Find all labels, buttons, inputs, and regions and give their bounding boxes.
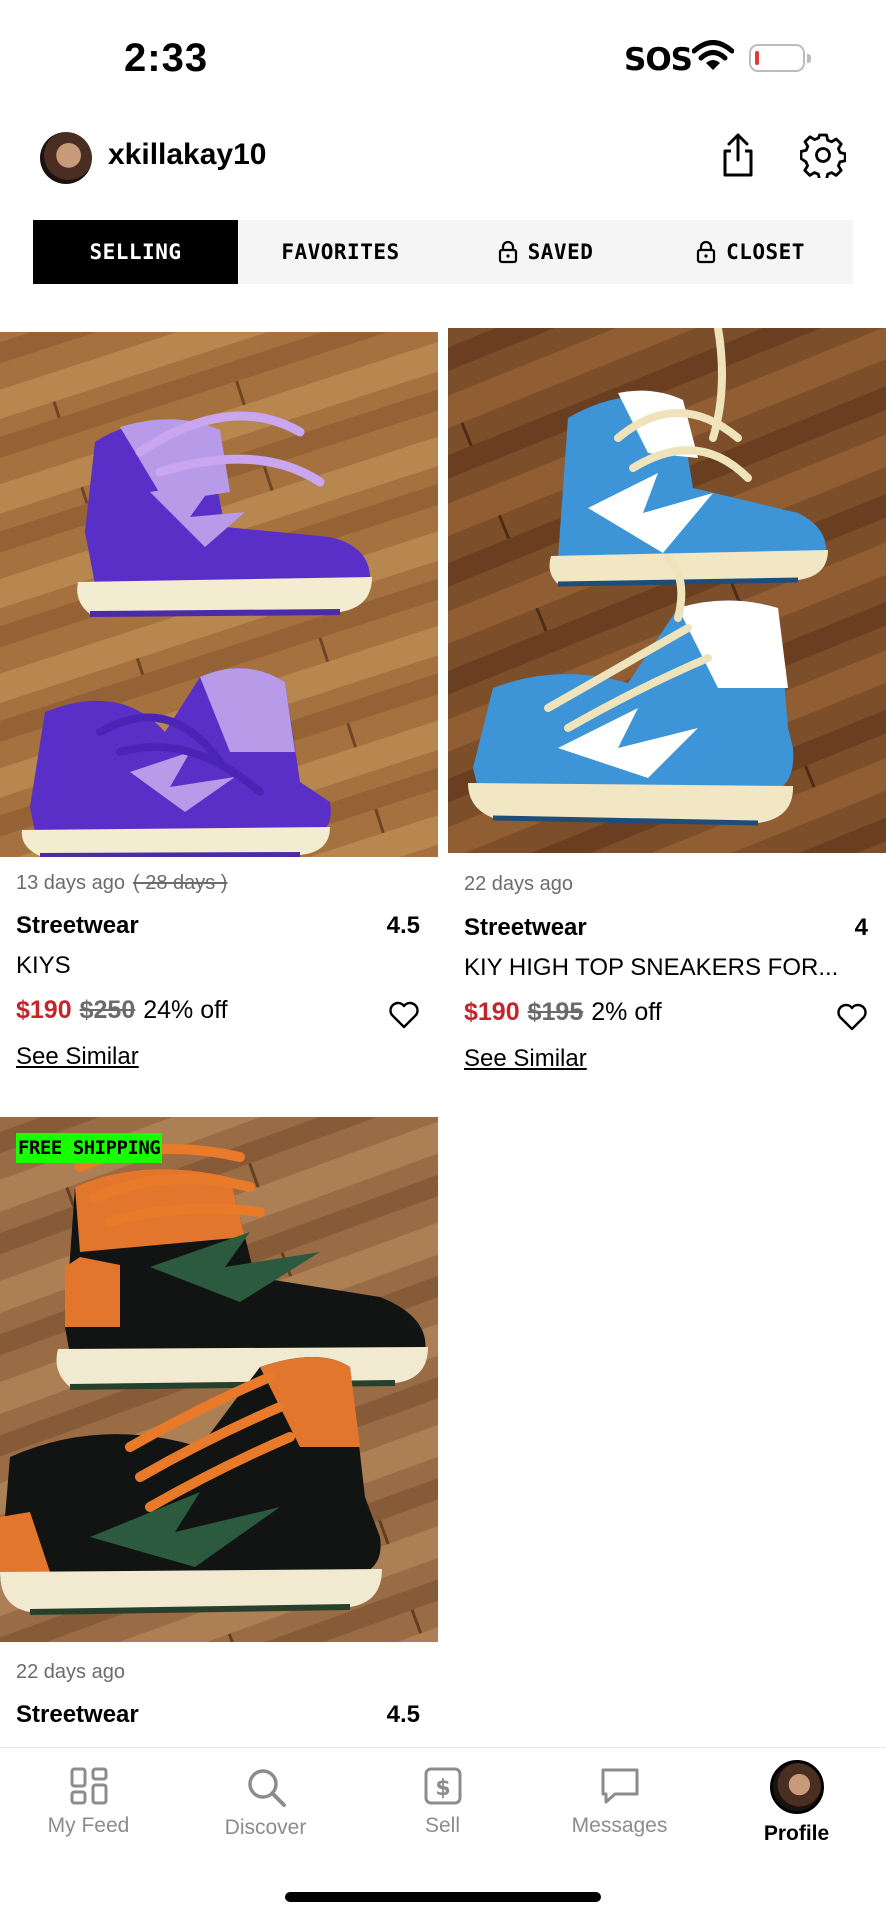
profile-tabs: SELLING FAVORITES SAVED CLOSET bbox=[33, 220, 853, 284]
listing-size: 4.5 bbox=[386, 1701, 420, 1728]
tab-selling[interactable]: SELLING bbox=[33, 220, 238, 284]
lock-icon bbox=[498, 240, 517, 264]
search-icon bbox=[247, 1769, 286, 1807]
status-time: 2:33 bbox=[124, 36, 209, 80]
listing-brand: Streetwear bbox=[16, 1701, 139, 1728]
profile-header: xkillakay10 bbox=[0, 120, 886, 220]
listing-age: 22 days ago bbox=[16, 1661, 125, 1683]
nav-sell[interactable]: $ Sell bbox=[354, 1766, 531, 1838]
listing-photo[interactable] bbox=[0, 332, 438, 857]
discount-text: 24% off bbox=[143, 996, 228, 1024]
tab-saved[interactable]: SAVED bbox=[443, 220, 648, 284]
nav-label: Sell bbox=[424, 1814, 461, 1837]
nav-label: Profile bbox=[763, 1822, 830, 1845]
listing-price: $190 $250 24% off bbox=[16, 996, 228, 1025]
nav-messages[interactable]: Messages bbox=[531, 1766, 708, 1838]
avatar[interactable] bbox=[40, 132, 92, 184]
status-bar: 2:33 SOS bbox=[0, 0, 886, 120]
listing-old-age: ( 28 days ) bbox=[132, 872, 228, 894]
listing-size: 4.5 bbox=[386, 912, 420, 939]
listing-card[interactable]: 13 days ago ( 28 days ) Streetwear 4.5 KI… bbox=[0, 332, 438, 1092]
listing-photo[interactable]: FREE SHIPPING bbox=[0, 1117, 438, 1642]
nav-discover[interactable]: Discover bbox=[177, 1766, 354, 1840]
listing-price: $190 $195 2% off bbox=[464, 998, 662, 1027]
listing-brand: Streetwear bbox=[16, 912, 139, 939]
listing-age: 22 days ago bbox=[464, 873, 573, 895]
tab-closet[interactable]: CLOSET bbox=[648, 220, 853, 284]
gear-icon[interactable] bbox=[800, 132, 846, 178]
dollar-sign-icon: $ bbox=[424, 1767, 461, 1805]
nav-label: Messages bbox=[571, 1814, 668, 1837]
nav-label: My Feed bbox=[47, 1814, 130, 1837]
heart-icon[interactable] bbox=[836, 1002, 868, 1032]
sale-price: $190 bbox=[464, 998, 520, 1026]
svg-text:$: $ bbox=[435, 1776, 450, 1801]
nav-label: Discover bbox=[224, 1816, 307, 1839]
listing-brand: Streetwear bbox=[464, 914, 587, 941]
listing-card[interactable]: 22 days ago Streetwear 4 KIY HIGH TOP SN… bbox=[448, 328, 886, 1088]
wifi-icon bbox=[692, 40, 734, 70]
carrier-status: SOS bbox=[624, 42, 693, 78]
share-icon[interactable] bbox=[718, 132, 758, 178]
sale-price: $190 bbox=[16, 996, 72, 1024]
listing-card[interactable]: FREE SHIPPING 22 days ago Streetwear 4.5 bbox=[0, 1117, 438, 1747]
home-indicator bbox=[285, 1892, 601, 1902]
listing-title[interactable]: KIYS bbox=[16, 952, 416, 980]
listing-photo[interactable] bbox=[448, 328, 886, 853]
username[interactable]: xkillakay10 bbox=[108, 138, 266, 172]
discount-text: 2% off bbox=[591, 998, 662, 1026]
free-shipping-badge: FREE SHIPPING bbox=[16, 1133, 163, 1163]
see-similar-link[interactable]: See Similar bbox=[16, 1043, 139, 1071]
battery-icon bbox=[749, 44, 811, 72]
chat-bubble-icon bbox=[601, 1768, 638, 1804]
nav-my-feed[interactable]: My Feed bbox=[0, 1766, 177, 1838]
lock-icon bbox=[696, 240, 716, 264]
listing-size: 4 bbox=[854, 914, 868, 941]
original-price: $250 bbox=[79, 996, 136, 1024]
nav-profile[interactable]: Profile bbox=[708, 1760, 885, 1846]
see-similar-link[interactable]: See Similar bbox=[464, 1045, 587, 1073]
original-price: $195 bbox=[527, 998, 584, 1026]
listing-age: 13 days ago bbox=[16, 872, 125, 894]
listing-title[interactable]: KIY HIGH TOP SNEAKERS FOR... bbox=[464, 954, 864, 982]
heart-icon[interactable] bbox=[388, 1000, 420, 1030]
profile-avatar bbox=[769, 1760, 824, 1814]
tab-favorites[interactable]: FAVORITES bbox=[238, 220, 443, 284]
feed-grid-icon bbox=[70, 1767, 107, 1805]
